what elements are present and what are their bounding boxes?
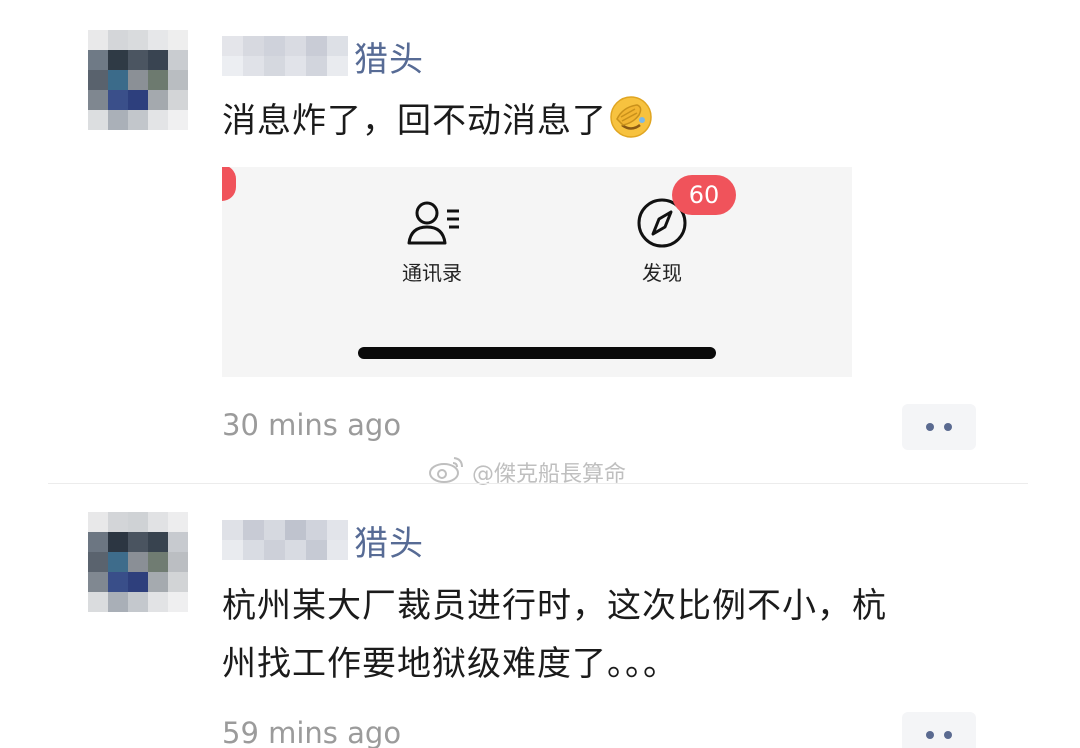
message-line: 州找工作要地狱级难度了。。。 [222, 644, 678, 684]
post-time: 59 mins ago [222, 716, 402, 748]
blurred-name [222, 520, 348, 560]
post-time: 30 mins ago [222, 408, 402, 442]
facepalm-emoji-icon [609, 95, 653, 139]
avatar[interactable] [88, 30, 188, 130]
message-line: 杭州某大厂裁员进行时，这次比例不小，杭 [222, 586, 887, 626]
tab-contacts[interactable]: 通讯录 [372, 197, 492, 286]
tab-label: 发现 [642, 261, 682, 285]
more-button[interactable] [902, 404, 976, 450]
contacts-icon [372, 197, 492, 249]
watermark: @傑克船長算命 [428, 454, 626, 490]
red-indicator [222, 167, 236, 201]
screenshot-attachment[interactable]: 通讯录 发现 60 [222, 167, 852, 377]
home-indicator [358, 347, 716, 359]
poster-name[interactable]: 猎头 [222, 512, 424, 568]
more-button[interactable] [902, 712, 976, 748]
message-text: 消息炸了，回不动消息了 [222, 101, 607, 141]
blurred-name [222, 36, 348, 76]
poster-name[interactable]: 猎头 [222, 28, 424, 84]
tab-label: 通讯录 [402, 261, 462, 285]
post-divider [48, 483, 1028, 484]
weibo-logo-icon [428, 454, 466, 490]
unread-badge: 60 [672, 175, 736, 215]
name-suffix: 猎头 [354, 39, 424, 80]
post-message: 杭州某大厂裁员进行时，这次比例不小，杭 州找工作要地狱级难度了。。。 [222, 577, 887, 693]
moments-feed: 猎头 消息炸了，回不动消息了 通讯录 发现 60 30 mins ago @傑克… [0, 0, 1080, 748]
name-suffix: 猎头 [354, 523, 424, 564]
post-message: 消息炸了，回不动消息了 [222, 92, 653, 150]
avatar[interactable] [88, 512, 188, 612]
